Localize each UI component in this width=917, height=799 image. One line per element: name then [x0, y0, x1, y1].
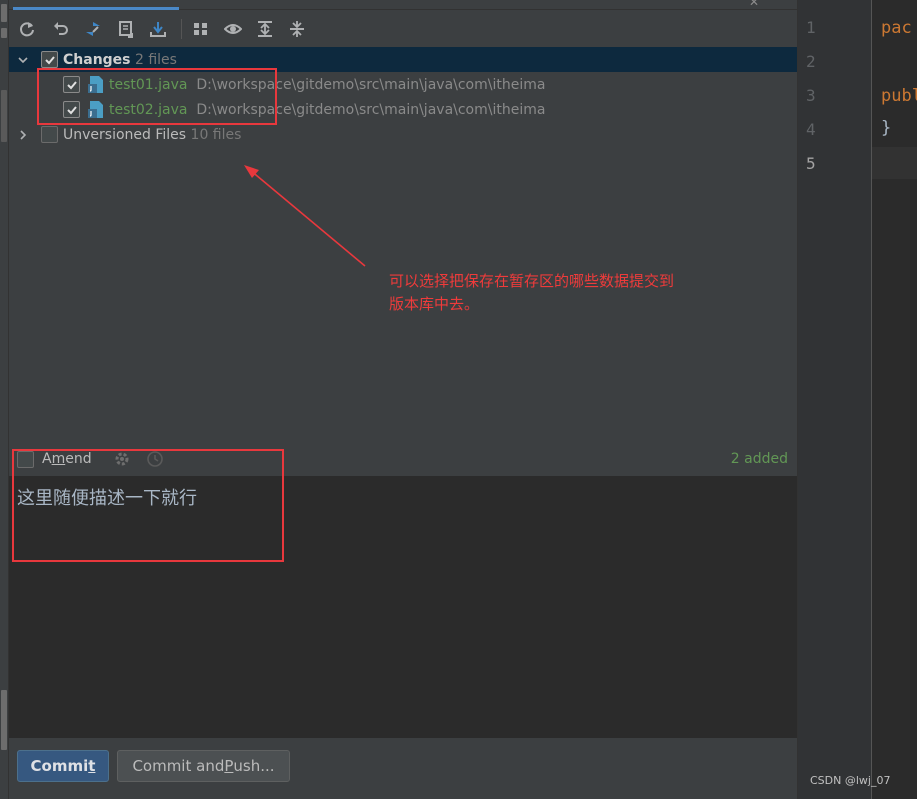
code-line: } — [881, 118, 892, 138]
message-highlight-box — [12, 449, 284, 562]
current-line-highlight — [872, 147, 917, 179]
commit-buttons-bar: Commi t Commit and Push... — [9, 738, 797, 799]
added-status: 2 added — [730, 451, 788, 467]
line-number: 5 — [806, 154, 816, 173]
code-line: pac — [881, 18, 912, 38]
code-line: publ — [881, 86, 917, 106]
line-number: 1 — [806, 18, 816, 37]
watermark: CSDN @lwj_07 — [810, 774, 891, 787]
gutter-divider — [871, 0, 872, 799]
commit-button[interactable]: Commi t — [17, 750, 109, 782]
code-editor[interactable]: 1 2 3 4 5 pac publ } — [797, 0, 917, 799]
annotation-note: 可以选择把保存在暂存区的哪些数据提交到 版本库中去。 — [389, 272, 675, 313]
line-number: 3 — [806, 86, 816, 105]
commit-and-push-button[interactable]: Commit and Push... — [117, 750, 290, 782]
line-number: 2 — [806, 52, 816, 71]
line-number: 4 — [806, 120, 816, 139]
